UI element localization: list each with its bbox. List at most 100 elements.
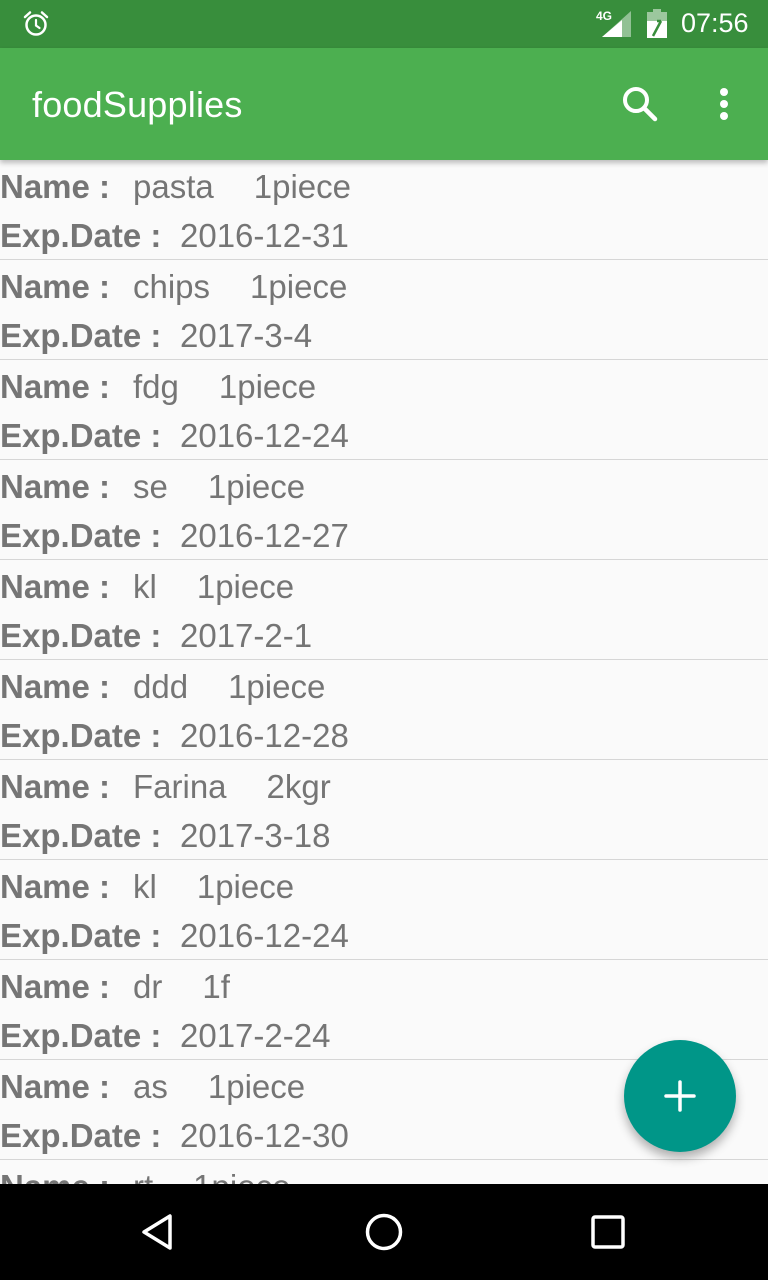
exp-date-label: Exp.Date : xyxy=(0,817,162,854)
item-name-row: Name : Farina 2kgr xyxy=(0,767,331,807)
name-label: Name : xyxy=(0,568,111,605)
add-item-button[interactable] xyxy=(624,1040,736,1152)
item-name: as xyxy=(133,1068,168,1105)
item-quantity: 1piece xyxy=(193,1167,290,1184)
item-name-row: Name : kl 1piece xyxy=(0,867,294,907)
item-quantity: 1piece xyxy=(207,1068,306,1105)
list-item[interactable]: Name :rt1pieceExp.Date : xyxy=(0,1160,768,1184)
item-date-row: Exp.Date : 2016-12-24 xyxy=(0,416,349,456)
item-exp-date: 2016-12-30 xyxy=(180,1117,349,1154)
item-quantity: 1piece xyxy=(253,168,351,205)
exp-date-label: Exp.Date : xyxy=(0,717,162,754)
item-quantity: 1piece xyxy=(218,368,317,405)
list-item[interactable]: Name : ddd 1piece Exp.Date : 2016-12-28 xyxy=(0,660,768,760)
exp-date-label: Exp.Date : xyxy=(0,1117,162,1154)
item-exp-date: 2016-12-24 xyxy=(180,417,349,454)
list-item[interactable]: Name : kl 1piece Exp.Date : 2017-2-1 xyxy=(0,560,768,660)
list-item[interactable]: Name : kl 1piece Exp.Date : 2016-12-24 xyxy=(0,860,768,960)
item-quantity: 1piece xyxy=(196,568,295,605)
item-exp-date: 2016-12-28 xyxy=(180,717,349,754)
list-item[interactable]: Name : dr 1f Exp.Date : 2017-2-24 xyxy=(0,960,768,1060)
item-name-row: Name : as 1piece xyxy=(0,1067,305,1107)
list-item[interactable]: Name : fdg 1piece Exp.Date : 2016-12-24 xyxy=(0,360,768,460)
exp-date-label: Exp.Date : xyxy=(0,217,162,254)
item-name: kl xyxy=(133,868,157,905)
exp-date-label: Exp.Date : xyxy=(0,417,162,454)
item-name: se xyxy=(133,468,168,505)
item-exp-date: 2017-2-24 xyxy=(180,1017,331,1054)
item-exp-date: 2017-3-18 xyxy=(180,817,331,854)
list-item[interactable]: Name : se 1piece Exp.Date : 2016-12-27 xyxy=(0,460,768,560)
exp-date-label: Exp.Date : xyxy=(0,917,162,954)
status-time: 07:56 xyxy=(681,8,749,38)
item-exp-date: 2016-12-24 xyxy=(180,917,349,954)
item-quantity: 1f xyxy=(202,968,230,1005)
home-icon[interactable] xyxy=(360,1208,408,1256)
item-date-row: Exp.Date : 2016-12-27 xyxy=(0,516,349,556)
name-label: Name : xyxy=(0,268,111,305)
list-item[interactable]: Name : Farina 2kgr Exp.Date : 2017-3-18 xyxy=(0,760,768,860)
item-name: pasta xyxy=(133,168,214,205)
item-quantity: 1piece xyxy=(250,268,348,305)
item-quantity: 1piece xyxy=(228,668,326,705)
item-quantity: 2kgr xyxy=(266,768,331,805)
name-label: Name : xyxy=(0,468,111,505)
item-date-row: Exp.Date : 2016-12-31 xyxy=(0,216,349,256)
name-label: Name : xyxy=(0,868,111,905)
name-label: Name : xyxy=(0,968,111,1005)
item-date-row: Exp.Date : 2017-3-4 xyxy=(0,316,312,356)
exp-date-label: Exp.Date : xyxy=(0,317,162,354)
name-label: Name : xyxy=(0,168,111,205)
item-name-row: Name : kl 1piece xyxy=(0,567,294,607)
item-exp-date: 2017-2-1 xyxy=(180,617,313,654)
item-date-row: Exp.Date : 2017-3-18 xyxy=(0,816,330,856)
item-date-row: Exp.Date : 2016-12-30 xyxy=(0,1116,349,1156)
item-name-row: Name : se 1piece xyxy=(0,467,305,507)
item-quantity: 1piece xyxy=(196,868,295,905)
item-date-row: Exp.Date : 2017-2-24 xyxy=(0,1016,330,1056)
app-title: foodSupplies xyxy=(32,84,243,125)
recents-icon[interactable] xyxy=(584,1208,632,1256)
exp-date-label: Exp.Date : xyxy=(0,517,162,554)
name-label: Name : xyxy=(0,368,111,405)
list-item[interactable]: Name : pasta 1piece Exp.Date : 2016-12-31 xyxy=(0,160,768,260)
item-name-row: Name :rt 1piece xyxy=(0,1167,290,1184)
item-name-row: Name : fdg 1piece xyxy=(0,367,316,407)
item-name-row: Name : ddd 1piece xyxy=(0,667,325,707)
item-name: chips xyxy=(133,268,211,305)
item-date-row: Exp.Date : 2016-12-28 xyxy=(0,716,349,756)
name-label: Name : xyxy=(0,1167,133,1184)
name-label: Name : xyxy=(0,1068,111,1105)
item-name: ddd xyxy=(133,668,189,705)
signal-icon xyxy=(602,11,631,37)
item-name-row: Name : chips 1piece xyxy=(0,267,347,307)
item-name: Farina xyxy=(133,768,227,805)
name-label: Name : xyxy=(0,668,111,705)
battery-icon xyxy=(647,9,667,38)
item-exp-date: 2016-12-27 xyxy=(180,517,349,554)
alarm-icon xyxy=(23,11,49,36)
item-name: fdg xyxy=(133,368,179,405)
add-icon xyxy=(664,1080,696,1112)
navigation-bar xyxy=(0,1184,768,1280)
name-label: Name : xyxy=(0,768,111,805)
exp-date-label: Exp.Date : xyxy=(0,1017,162,1054)
item-name: rt xyxy=(133,1167,153,1184)
supplies-list[interactable]: Name : pasta 1piece Exp.Date :2016-12-31 Nam… xyxy=(0,160,768,1184)
status-bar: 4G 07:56 xyxy=(0,0,768,48)
search-icon[interactable] xyxy=(616,80,664,128)
item-name-row: Name : pasta 1piece xyxy=(0,167,351,207)
item-exp-date: 2016-12-31 xyxy=(180,217,349,254)
item-date-row: Exp.Date : 2017-2-1 xyxy=(0,616,312,656)
item-name: dr xyxy=(133,968,163,1005)
item-date-row: Exp.Date : 2016-12-24 xyxy=(0,916,349,956)
exp-date-label: Exp.Date : xyxy=(0,617,162,654)
app-bar: foodSupplies xyxy=(0,48,768,160)
list-item[interactable]: Name : chips 1piece Exp.Date : 2017-3-4 xyxy=(0,260,768,360)
item-exp-date: 2017-3-4 xyxy=(180,317,313,354)
item-name-row: Name : dr 1f xyxy=(0,967,230,1007)
item-quantity: 1piece xyxy=(207,468,306,505)
item-name: kl xyxy=(133,568,157,605)
back-icon[interactable] xyxy=(136,1208,184,1256)
more-vert-icon[interactable] xyxy=(700,80,748,128)
